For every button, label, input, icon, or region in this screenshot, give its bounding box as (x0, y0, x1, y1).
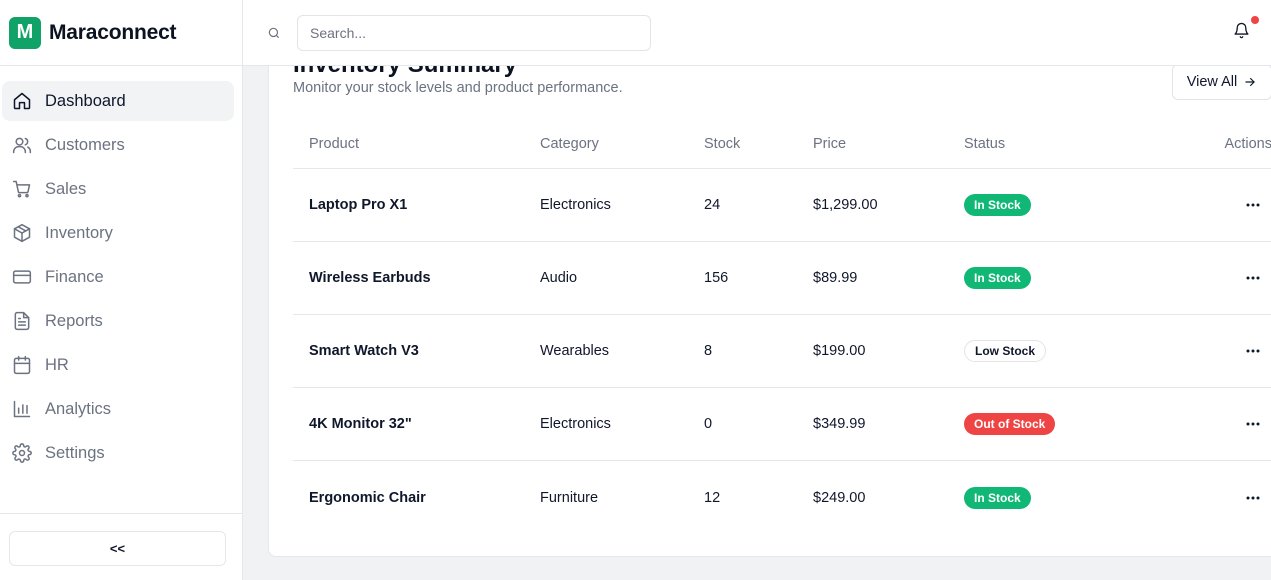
column-header-price[interactable]: Price (813, 119, 846, 168)
more-actions-icon[interactable] (1242, 194, 1264, 216)
sidebar-item-dashboard[interactable]: Dashboard (2, 81, 234, 121)
sidebar-item-inventory[interactable]: Inventory (2, 213, 234, 253)
inventory-table: Product Category Stock Price Status Acti… (293, 119, 1271, 534)
product-category: Wearables (540, 343, 610, 359)
sidebar-item-label: Dashboard (45, 91, 126, 110)
sidebar-item-analytics[interactable]: Analytics (2, 389, 234, 429)
sidebar-item-sales[interactable]: Sales (2, 169, 234, 209)
actions-cell (1197, 315, 1271, 387)
table-row[interactable]: Smart Watch V3 Wearables 8 $199.00 Low S… (293, 315, 1271, 388)
card-subtitle: Monitor your stock levels and product pe… (293, 80, 623, 96)
table-row[interactable]: 4K Monitor 32" Electronics 0 $349.99 Out… (293, 388, 1271, 461)
sidebar-item-label: Finance (45, 267, 104, 286)
status-cell: Out of Stock (964, 388, 1056, 460)
column-header-actions: Actions (1224, 135, 1271, 152)
topbar (243, 0, 1271, 66)
status-badge: In Stock (964, 194, 1031, 216)
product-stock: 8 (704, 343, 713, 359)
status-cell: In Stock (964, 169, 1031, 241)
search-input[interactable] (297, 15, 651, 51)
table-row[interactable]: Wireless Earbuds Audio 156 $89.99 In Sto… (293, 242, 1271, 315)
actions-cell (1197, 388, 1271, 460)
status-badge: In Stock (964, 267, 1031, 289)
sidebar-item-label: HR (45, 355, 69, 374)
card-title: Inventory Summary (293, 66, 517, 79)
status-badge: Out of Stock (964, 413, 1056, 435)
package-icon (13, 223, 31, 243)
credit-card-icon (12, 270, 32, 284)
sidebar-footer: << (0, 513, 242, 580)
product-price: $349.99 (813, 416, 866, 432)
product-category: Electronics (540, 416, 611, 432)
collapse-sidebar-button[interactable]: << (9, 531, 226, 566)
sidebar-item-finance[interactable]: Finance (2, 257, 234, 297)
brand-logo: M (9, 16, 41, 49)
column-header-status[interactable]: Status (964, 119, 1005, 168)
product-price: $1,299.00 (813, 197, 878, 213)
status-cell: In Stock (964, 461, 1031, 534)
arrow-right-icon (1245, 77, 1255, 87)
product-stock: 24 (704, 197, 721, 213)
home-icon (13, 92, 31, 110)
sidebar: M Maraconnect Dashboard Customers Sales … (0, 0, 243, 580)
product-name: Smart Watch V3 (309, 343, 419, 359)
product-stock: 12 (704, 489, 721, 506)
calendar-icon (13, 355, 31, 375)
more-actions-icon[interactable] (1242, 267, 1264, 289)
search-icon (267, 26, 281, 40)
view-all-button[interactable]: View All (1172, 66, 1271, 100)
sidebar-item-label: Analytics (45, 399, 112, 418)
users-icon (12, 137, 32, 154)
product-name: Laptop Pro X1 (309, 197, 408, 213)
inventory-summary-card: Inventory Summary Monitor your stock lev… (268, 66, 1271, 557)
product-category: Audio (540, 270, 578, 286)
sidebar-item-label: Settings (45, 443, 105, 462)
brand-name: Maraconnect (49, 20, 177, 44)
sidebar-item-reports[interactable]: Reports (2, 301, 234, 341)
product-name: Ergonomic Chair (309, 489, 426, 506)
product-category: Furniture (540, 489, 599, 506)
status-badge: Low Stock (964, 340, 1047, 362)
product-price: $89.99 (813, 270, 858, 286)
status-badge: In Stock (964, 486, 1031, 509)
more-actions-icon[interactable] (1242, 340, 1264, 362)
actions-cell (1197, 461, 1271, 534)
product-stock: 0 (704, 416, 713, 432)
sidebar-item-label: Reports (45, 311, 103, 330)
more-actions-icon[interactable] (1242, 413, 1264, 435)
status-cell: In Stock (964, 242, 1031, 314)
column-header-category[interactable]: Category (540, 119, 599, 168)
gear-icon (12, 443, 32, 463)
table-header: Product Category Stock Price Status Acti… (293, 119, 1271, 169)
sidebar-nav: Dashboard Customers Sales Inventory Fina… (2, 81, 234, 477)
sidebar-item-settings[interactable]: Settings (2, 433, 234, 473)
sidebar-item-label: Customers (45, 135, 125, 154)
actions-cell (1197, 169, 1271, 241)
more-actions-icon[interactable] (1242, 487, 1264, 509)
sidebar-item-label: Inventory (45, 223, 113, 242)
product-name: Wireless Earbuds (309, 270, 431, 286)
sidebar-item-customers[interactable]: Customers (2, 125, 234, 165)
view-all-label: View All (1186, 74, 1238, 90)
brand[interactable]: M Maraconnect (0, 0, 242, 66)
main-content: Inventory Summary Monitor your stock lev… (243, 66, 1271, 580)
sidebar-item-hr[interactable]: HR (2, 345, 234, 385)
cart-icon (12, 180, 31, 198)
status-cell: Low Stock (964, 315, 1047, 387)
product-category: Electronics (540, 197, 611, 213)
notifications-bell-icon[interactable] (1233, 22, 1253, 42)
product-stock: 156 (704, 270, 729, 286)
column-header-stock[interactable]: Stock (704, 119, 740, 168)
column-header-product[interactable]: Product (309, 119, 359, 168)
actions-cell (1197, 242, 1271, 314)
bar-chart-icon (13, 400, 31, 418)
file-text-icon (14, 311, 30, 331)
product-name: 4K Monitor 32" (309, 416, 412, 432)
sidebar-item-label: Sales (45, 179, 87, 198)
product-price: $199.00 (813, 343, 866, 359)
table-row[interactable]: Ergonomic Chair Furniture 12 $249.00 In … (293, 461, 1271, 534)
table-row[interactable]: Laptop Pro X1 Electronics 24 $1,299.00 I… (293, 169, 1271, 242)
product-price: $249.00 (813, 489, 866, 506)
notification-dot (1251, 16, 1259, 24)
